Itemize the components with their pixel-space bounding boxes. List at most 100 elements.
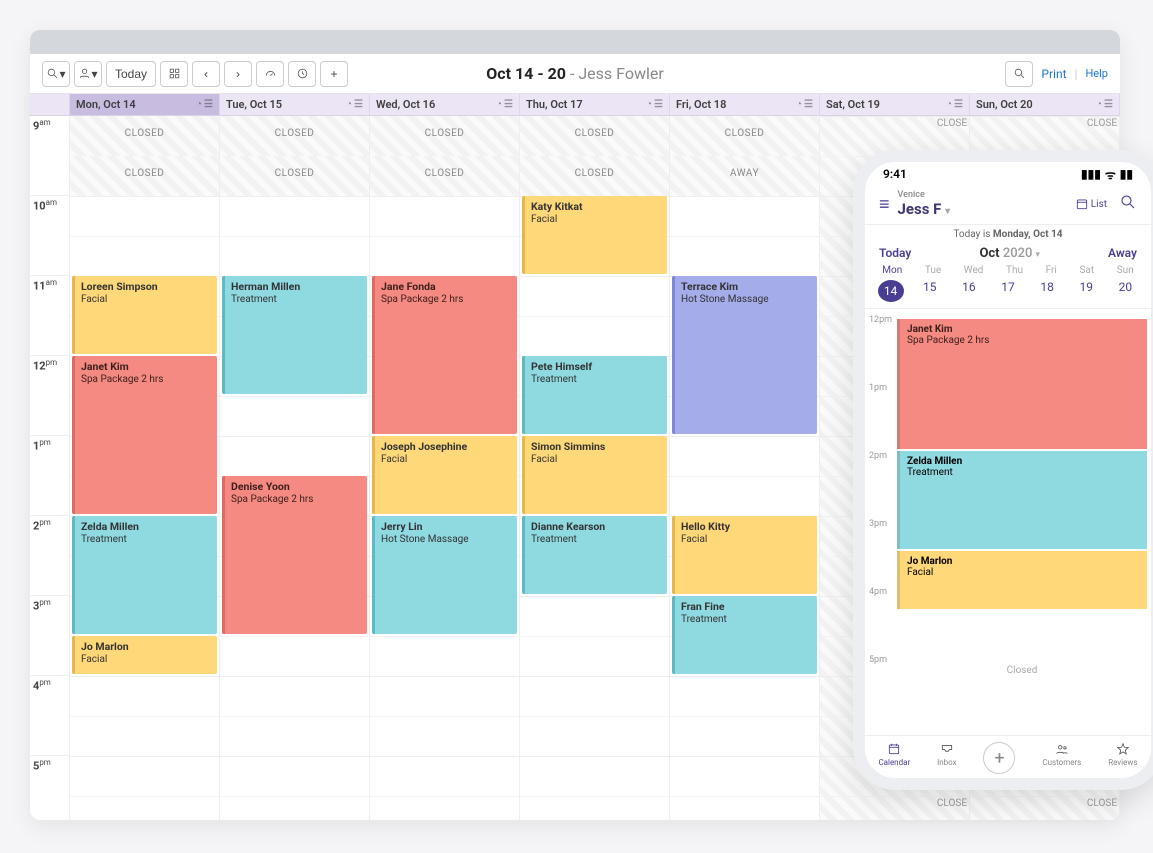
calendar-event[interactable]: Katy KitkatFacial — [522, 196, 667, 274]
phone-mock: 9:41 ▮▮▮ ᯤ ▮▮ ≡ Venice Jess F ▾ List Tod… — [853, 150, 1153, 790]
next-button[interactable]: › — [224, 61, 252, 87]
print-link[interactable]: Print — [1041, 67, 1066, 81]
date-button[interactable]: 15 — [917, 280, 943, 302]
closed-strip: CLOSED — [70, 156, 219, 196]
tab-customers[interactable]: Customers — [1042, 742, 1081, 774]
calendar-event[interactable]: Dianne KearsonTreatment — [522, 516, 667, 594]
time-label: 11am — [30, 276, 69, 356]
days-header: Mon, Oct 14◔☰ Tue, Oct 15◔☰ Wed, Oct 16◔… — [30, 94, 1120, 116]
calendar-event[interactable]: Jerry LinHot Stone Massage — [372, 516, 517, 634]
phone-time-label: 4pm — [869, 587, 887, 597]
calendar-event[interactable]: Denise YoonSpa Package 2 hrs — [222, 476, 367, 634]
day-header-sun[interactable]: Sun, Oct 20◔☰ — [970, 94, 1120, 115]
day-header-wed[interactable]: Wed, Oct 16◔☰ — [370, 94, 520, 115]
time-label: 5pm — [30, 756, 69, 820]
phone-event[interactable]: Jo MarlonFacial — [897, 551, 1147, 609]
phone-today-line: Today is Monday, Oct 14 — [865, 225, 1151, 244]
phone-search-button[interactable] — [1119, 193, 1137, 215]
time-label: 12pm — [30, 356, 69, 436]
phone-header: ≡ Venice Jess F ▾ List — [865, 186, 1151, 225]
calendar-event[interactable]: Hello KittyFacial — [672, 516, 817, 594]
phone-today-link[interactable]: Today — [879, 246, 911, 261]
date-button[interactable]: 20 — [1112, 280, 1138, 302]
date-button[interactable]: 14 — [878, 280, 904, 302]
date-button[interactable]: 17 — [995, 280, 1021, 302]
tab-inbox[interactable]: Inbox — [937, 742, 957, 774]
add-button[interactable]: + — [320, 61, 348, 87]
help-link[interactable]: Help — [1085, 67, 1108, 80]
zoom-button[interactable]: ▾ — [42, 61, 70, 87]
user-filter-button[interactable]: ▾ — [74, 61, 102, 87]
day-header-tue[interactable]: Tue, Oct 15◔☰ — [220, 94, 370, 115]
tab-add-button[interactable]: + — [983, 742, 1015, 774]
time-gutter: 9am10am11am12pm1pm2pm3pm4pm5pm — [30, 116, 70, 820]
day-header-mon[interactable]: Mon, Oct 14◔☰ — [70, 94, 220, 115]
calendar-event[interactable]: Fran FineTreatment — [672, 596, 817, 674]
closed-strip: CLOSED — [520, 156, 669, 196]
day-header-fri[interactable]: Fri, Oct 18◔☰ — [670, 94, 820, 115]
closed-strip: AWAY — [670, 156, 819, 196]
day-col-fri[interactable]: CLOSEDAWAYTerrace KimHot Stone MassageHe… — [670, 116, 820, 820]
tab-calendar[interactable]: Calendar — [878, 742, 910, 774]
phone-time-label: 3pm — [869, 519, 887, 529]
calendar-event[interactable]: Loreen SimpsonFacial — [72, 276, 217, 354]
search-button[interactable] — [1005, 61, 1033, 87]
calendar-event[interactable]: Janet KimSpa Package 2 hrs — [72, 356, 217, 514]
time-label: 1pm — [30, 436, 69, 516]
date-button[interactable]: 18 — [1034, 280, 1060, 302]
phone-month-picker[interactable]: Oct 2020 ▾ — [979, 246, 1039, 261]
prev-button[interactable]: ‹ — [192, 61, 220, 87]
time-label: 10am — [30, 196, 69, 276]
phone-time-label: 12pm — [869, 315, 892, 325]
day-header-sat[interactable]: Sat, Oct 19◔☰ — [820, 94, 970, 115]
gauge-icon — [264, 67, 277, 80]
day-col-wed[interactable]: CLOSEDCLOSEDJane FondaSpa Package 2 hrsJ… — [370, 116, 520, 820]
phone-away-link[interactable]: Away — [1108, 246, 1137, 261]
closed-strip: CLOSED — [370, 156, 519, 196]
speed-button[interactable] — [256, 61, 284, 87]
calendar-event[interactable]: Terrace KimHot Stone Massage — [672, 276, 817, 434]
phone-tab-bar: Calendar Inbox + Customers Reviews — [865, 735, 1151, 778]
calendar-event[interactable]: Jo MarlonFacial — [72, 636, 217, 674]
grid-icon — [168, 67, 181, 80]
day-header-thu[interactable]: Thu, Oct 17◔☰ — [520, 94, 670, 115]
time-label: 3pm — [30, 596, 69, 676]
calendar-event[interactable]: Simon SimminsFacial — [522, 436, 667, 514]
star-icon — [1116, 742, 1130, 756]
phone-weekday-row: MonTueWedThuFriSatSun — [865, 263, 1151, 278]
phone-date-row: 14 15 16 17 18 19 20 — [865, 278, 1151, 309]
date-button[interactable]: 19 — [1073, 280, 1099, 302]
day-col-mon[interactable]: CLOSEDCLOSEDLoreen SimpsonFacialJanet Ki… — [70, 116, 220, 820]
menu-button[interactable]: ≡ — [879, 194, 890, 215]
closed-label: CLOSE — [1087, 116, 1117, 129]
phone-event[interactable]: Zelda MillenTreatment — [897, 451, 1147, 549]
phone-schedule-body[interactable]: 12pm1pm2pm3pm4pm5pmJanet KimSpa Package … — [865, 309, 1151, 735]
weekday-label: Thu — [1006, 265, 1023, 276]
user-subtitle: - Jess Fowler — [570, 64, 664, 83]
phone-title[interactable]: Venice Jess F ▾ — [898, 190, 951, 218]
day-col-thu[interactable]: CLOSEDCLOSEDKaty KitkatFacialPete Himsel… — [520, 116, 670, 820]
phone-time: 9:41 — [883, 167, 907, 181]
phone-status-bar: 9:41 ▮▮▮ ᯤ ▮▮ — [865, 162, 1151, 186]
window-titlebar — [30, 30, 1120, 54]
weekday-label: Wed — [964, 265, 984, 276]
calendar-event[interactable]: Jane FondaSpa Package 2 hrs — [372, 276, 517, 434]
weekday-label: Sat — [1079, 265, 1094, 276]
date-button[interactable]: 16 — [956, 280, 982, 302]
signal-icon: ▮▮▮ — [1081, 167, 1101, 181]
calendar-event[interactable]: Joseph JosephineFacial — [372, 436, 517, 514]
calendar-event[interactable]: Herman MillenTreatment — [222, 276, 367, 394]
calendar-event[interactable]: Zelda MillenTreatment — [72, 516, 217, 634]
view-grid-button[interactable] — [160, 61, 188, 87]
clock-person-icon — [296, 67, 309, 80]
weekday-label: Sun — [1117, 265, 1134, 276]
closed-strip: CLOSED — [220, 156, 369, 196]
day-col-tue[interactable]: CLOSEDCLOSEDHerman MillenTreatmentDenise… — [220, 116, 370, 820]
availability-button[interactable] — [288, 61, 316, 87]
phone-event[interactable]: Janet KimSpa Package 2 hrs — [897, 319, 1147, 449]
today-button[interactable]: Today — [106, 61, 156, 87]
list-view-button[interactable]: List — [1075, 197, 1107, 211]
tab-reviews[interactable]: Reviews — [1108, 742, 1137, 774]
calendar-event[interactable]: Pete HimselfTreatment — [522, 356, 667, 434]
time-label: 9am — [30, 116, 69, 196]
